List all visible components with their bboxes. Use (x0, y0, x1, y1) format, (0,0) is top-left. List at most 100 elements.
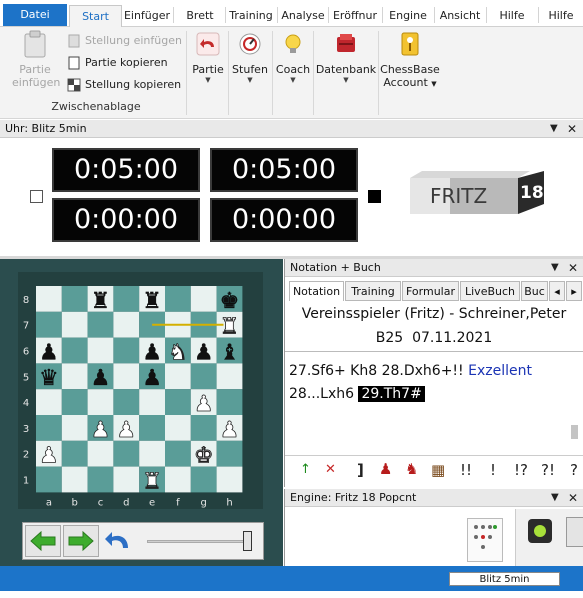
piece-g2[interactable]: ♚ (193, 443, 214, 469)
board-square-f3[interactable] (165, 415, 191, 441)
annotation-good[interactable]: ! (490, 461, 496, 479)
board-square-d1[interactable] (113, 466, 140, 493)
board-square-c1[interactable] (87, 466, 114, 493)
move-slider-track[interactable] (147, 540, 251, 543)
piece-e1[interactable]: ♜ (142, 469, 163, 495)
pawn-red-icon[interactable]: ♟ (379, 460, 392, 478)
board-square-e3[interactable] (139, 415, 165, 441)
tab-hilfe-2[interactable]: Hilfe (540, 5, 582, 27)
annotation-dubious[interactable]: ?! (541, 461, 555, 479)
bracket-icon[interactable]: ] (357, 461, 364, 479)
annotation-mistake[interactable]: ? (570, 461, 578, 479)
annotation-brilliant[interactable]: !! (460, 461, 472, 479)
board-square-g8[interactable] (190, 286, 217, 312)
takeback-button[interactable] (101, 525, 137, 557)
piece-red-icon[interactable]: ♞ (405, 460, 418, 478)
move-text[interactable]: 27.Sf6+ Kh8 28.Dxh6+!! (289, 363, 464, 379)
panel-menu-icon[interactable]: ▼ (551, 489, 559, 507)
paste-game-button[interactable]: Partie einfügen (12, 29, 60, 89)
board-square-a7[interactable] (36, 311, 62, 338)
partie-button[interactable]: Partie ▼ (189, 29, 227, 85)
board-square-f4[interactable] (165, 389, 191, 415)
board-square-b7[interactable] (61, 311, 88, 338)
board-square-c2[interactable] (87, 440, 114, 467)
board-square-b5[interactable] (61, 363, 88, 390)
datenbank-button[interactable]: Datenbank ▼ (315, 29, 377, 85)
board-square-d6[interactable] (113, 337, 140, 364)
tab-training[interactable]: Training (345, 281, 401, 301)
insert-position-button[interactable]: Stellung einfügen (67, 32, 182, 50)
coach-button[interactable]: Coach ▼ (274, 29, 312, 85)
piece-g6[interactable]: ♟ (194, 340, 214, 365)
back-arrow-button[interactable] (25, 525, 61, 557)
piece-g4[interactable]: ♟ (193, 392, 214, 418)
board-square-e4[interactable] (139, 389, 165, 415)
board-square-a3[interactable] (36, 415, 62, 441)
piece-h8[interactable]: ♚ (219, 289, 240, 314)
board-square-g1[interactable] (190, 466, 217, 493)
piece-h6[interactable]: ♝ (219, 340, 240, 365)
piece-f6[interactable]: ♞ (168, 340, 189, 366)
board-square-c4[interactable] (87, 389, 114, 415)
engine-add-button[interactable] (566, 517, 583, 547)
notation-scrollbar-thumb[interactable] (571, 425, 578, 439)
tab-training[interactable]: Training (227, 5, 275, 27)
piece-c3[interactable]: ♟ (90, 417, 111, 443)
piece-a5[interactable]: ♛ (39, 366, 59, 391)
tab-livebuch[interactable]: LiveBuch (460, 281, 520, 301)
piece-e5[interactable]: ♟ (142, 366, 162, 391)
current-move[interactable]: 29.Th7# (358, 386, 425, 402)
promote-variation-icon[interactable]: ↑ (300, 462, 311, 477)
board-square-g3[interactable] (190, 415, 217, 441)
forward-arrow-button[interactable] (63, 525, 99, 557)
board-square-b8[interactable] (61, 286, 88, 312)
board-square-b1[interactable] (61, 466, 88, 493)
close-icon[interactable]: ✕ (568, 259, 578, 277)
board-square-f5[interactable] (165, 363, 191, 390)
stufen-button[interactable]: Stufen ▼ (230, 29, 270, 85)
board-square-d2[interactable] (113, 440, 140, 467)
board-square-b6[interactable] (61, 337, 88, 364)
board-square-g5[interactable] (190, 363, 217, 390)
tab-ansicht[interactable]: Ansicht (436, 5, 484, 27)
board-square-b2[interactable] (61, 440, 88, 467)
tab-eroeffnung[interactable]: Eröffnur (330, 5, 380, 27)
board-square-f2[interactable] (165, 440, 191, 467)
board-square-d8[interactable] (113, 286, 140, 312)
chessbase-account-button[interactable]: ChessBase Account ▼ (380, 29, 440, 91)
tab-einfuegen[interactable]: Einfüger (123, 5, 171, 27)
piece-e6[interactable]: ♟ (142, 340, 162, 365)
engine-start-button[interactable] (528, 519, 552, 543)
copy-position-button[interactable]: Stellung kopieren (67, 76, 181, 94)
delete-variation-icon[interactable]: ✕ (325, 462, 336, 477)
board-square-d5[interactable] (113, 363, 140, 390)
board-square-f8[interactable] (165, 286, 191, 312)
chessboard[interactable]: ♜ ♜ ♚ ♜ ♟ ♟ ♞ ♟ ♝ ♛ ♟ ♟ ♟ ♟ ♟ ♟ ♟ ♚ ♜ 8 7 6 5 4 3 2 1 a b c d e f g h (18, 272, 263, 509)
move-text[interactable]: 28...Lxh6 (289, 386, 354, 402)
engine-board-icon[interactable] (467, 518, 503, 562)
piece-d3[interactable]: ♟ (116, 417, 137, 443)
panel-menu-icon[interactable]: ▼ (550, 120, 558, 138)
tab-brett[interactable]: Brett (176, 5, 224, 27)
board-square-h2[interactable] (216, 440, 243, 467)
piece-e8[interactable]: ♜ (142, 289, 162, 314)
board-square-d4[interactable] (113, 389, 140, 415)
piece-h3[interactable]: ♟ (219, 417, 240, 443)
piece-c8[interactable]: ♜ (90, 289, 111, 314)
tab-formular[interactable]: Formular (402, 281, 459, 301)
tab-hilfe[interactable]: Hilfe (488, 5, 536, 27)
piece-a6[interactable]: ♟ (39, 340, 59, 365)
tab-analyse[interactable]: Analyse (279, 5, 327, 27)
tab-datei[interactable]: Datei (3, 4, 67, 26)
tab-buch[interactable]: Buc (521, 281, 548, 301)
board-square-a4[interactable] (36, 389, 62, 415)
board-square-c6[interactable] (87, 337, 114, 364)
board-square-c7[interactable] (87, 311, 114, 338)
close-icon[interactable]: ✕ (567, 120, 577, 138)
board-square-f1[interactable] (165, 466, 191, 493)
board-square-h1[interactable] (216, 466, 243, 493)
piece-a2[interactable]: ♟ (39, 443, 60, 469)
move-slider-thumb[interactable] (243, 531, 252, 551)
tab-scroll-right-icon[interactable]: ▸ (566, 281, 582, 301)
tab-start[interactable]: Start (69, 5, 122, 27)
